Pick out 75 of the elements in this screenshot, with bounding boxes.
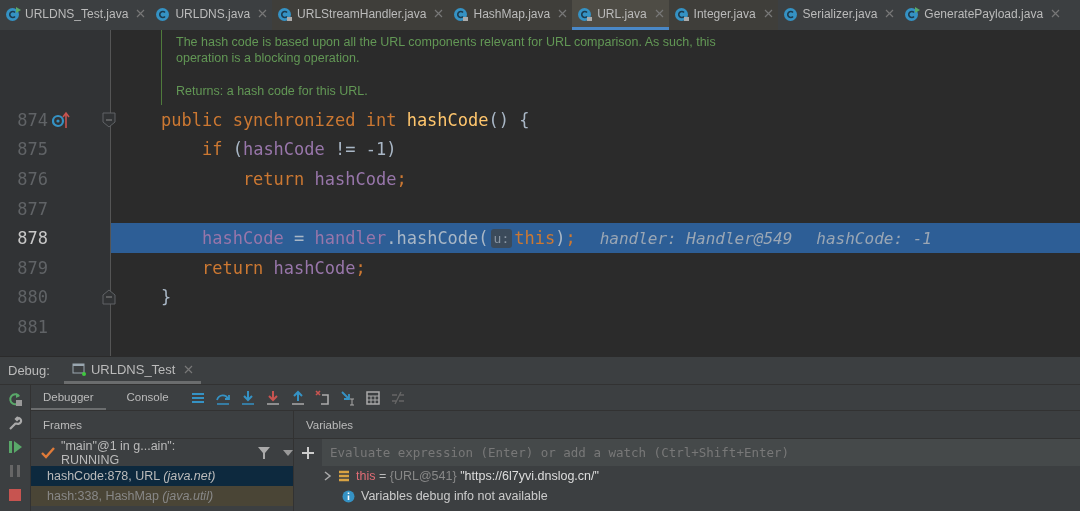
trace-icon[interactable] bbox=[389, 389, 406, 406]
debugger-tab[interactable]: Debugger bbox=[31, 385, 106, 410]
class-icon bbox=[5, 5, 21, 22]
inline-value: hashCode: -1 bbox=[816, 228, 932, 248]
code-token: if bbox=[200, 139, 224, 160]
class-icon bbox=[453, 5, 470, 22]
debugger-tab[interactable]: Console bbox=[114, 385, 181, 410]
session-tab[interactable]: URLDNS_Test bbox=[63, 357, 202, 384]
code-token: hashCode bbox=[314, 169, 397, 189]
info-message: Variables debug info not available bbox=[361, 489, 548, 503]
override-icon[interactable] bbox=[52, 110, 72, 129]
close-icon[interactable] bbox=[558, 9, 568, 18]
close-icon[interactable] bbox=[763, 9, 773, 18]
close-icon[interactable] bbox=[434, 9, 444, 18]
variable-entry: this = {URL@541} "https://6l7yvi.dnslog.cn/" bbox=[356, 469, 599, 483]
code-token: hashCode bbox=[200, 228, 284, 249]
run-to-cursor-icon[interactable] bbox=[339, 389, 356, 406]
close-icon[interactable] bbox=[258, 9, 268, 18]
class-icon bbox=[673, 5, 690, 22]
code-token: return bbox=[200, 257, 265, 278]
code-token: return bbox=[241, 169, 306, 189]
code-token: hashCode bbox=[242, 139, 325, 160]
window-icon bbox=[71, 362, 86, 376]
file-tab[interactable]: Integer.java bbox=[668, 0, 778, 30]
class-icon bbox=[782, 5, 799, 22]
info-icon bbox=[342, 489, 355, 503]
code-token: handler bbox=[314, 228, 387, 249]
doc-comment: The hash code is based upon all the URL components relevant for URL comparison. As such, this operation is a blocking operation. Returns: a hash code for this URL. bbox=[161, 30, 1080, 105]
parameter-hint: u: bbox=[490, 228, 513, 248]
code-token: ; bbox=[565, 228, 576, 249]
file-tab[interactable]: URL.java bbox=[572, 0, 669, 30]
code-token: ; bbox=[396, 169, 407, 189]
code-token: ; bbox=[355, 257, 366, 278]
frames-title: Frames bbox=[31, 411, 293, 439]
resume-icon[interactable] bbox=[7, 439, 23, 455]
code-token: this bbox=[514, 228, 556, 249]
pause-icon[interactable] bbox=[7, 463, 23, 479]
fold-icon[interactable] bbox=[102, 289, 116, 306]
inline-value: handler: Handler@549 bbox=[599, 228, 793, 248]
check-icon bbox=[41, 446, 55, 459]
class-icon bbox=[904, 5, 921, 22]
line-number: 878 bbox=[16, 228, 48, 249]
dropdown-icon[interactable] bbox=[283, 449, 293, 456]
code-token: hashCode bbox=[273, 257, 356, 278]
field-icon bbox=[338, 470, 350, 482]
close-icon[interactable] bbox=[184, 364, 194, 374]
close-icon[interactable] bbox=[885, 9, 895, 18]
calculator-icon[interactable] bbox=[364, 389, 381, 406]
close-icon[interactable] bbox=[1051, 9, 1061, 18]
code-token: ( bbox=[232, 139, 243, 160]
filter-icon[interactable] bbox=[257, 445, 271, 460]
debug-label: Debug: bbox=[8, 363, 50, 378]
class-icon bbox=[277, 5, 294, 22]
rerun-icon[interactable] bbox=[7, 391, 23, 407]
code-token: public synchronized int bbox=[161, 109, 398, 130]
step-into-icon[interactable] bbox=[239, 389, 256, 406]
file-tab[interactable]: URLStreamHandler.java bbox=[272, 0, 449, 30]
force-step-into-icon[interactable] bbox=[264, 389, 281, 406]
stop-icon[interactable] bbox=[7, 487, 23, 503]
drop-frame-icon[interactable] bbox=[314, 389, 331, 406]
wrench-icon[interactable] bbox=[7, 415, 23, 431]
code-token: = bbox=[293, 228, 306, 249]
code-token: } bbox=[161, 287, 172, 308]
class-icon bbox=[577, 5, 594, 22]
step-out-icon[interactable] bbox=[289, 389, 306, 406]
class-icon bbox=[155, 5, 172, 22]
code-token: != -1) bbox=[334, 139, 397, 160]
fold-icon[interactable] bbox=[102, 111, 116, 128]
close-icon[interactable] bbox=[136, 9, 146, 18]
code-token: ) bbox=[555, 228, 566, 249]
file-tab[interactable]: HashMap.java bbox=[448, 0, 573, 30]
close-icon[interactable] bbox=[654, 9, 664, 18]
code-token: () { bbox=[488, 109, 530, 130]
code-token: hashCode bbox=[406, 109, 489, 130]
code-token: .hashCode( bbox=[386, 228, 489, 249]
